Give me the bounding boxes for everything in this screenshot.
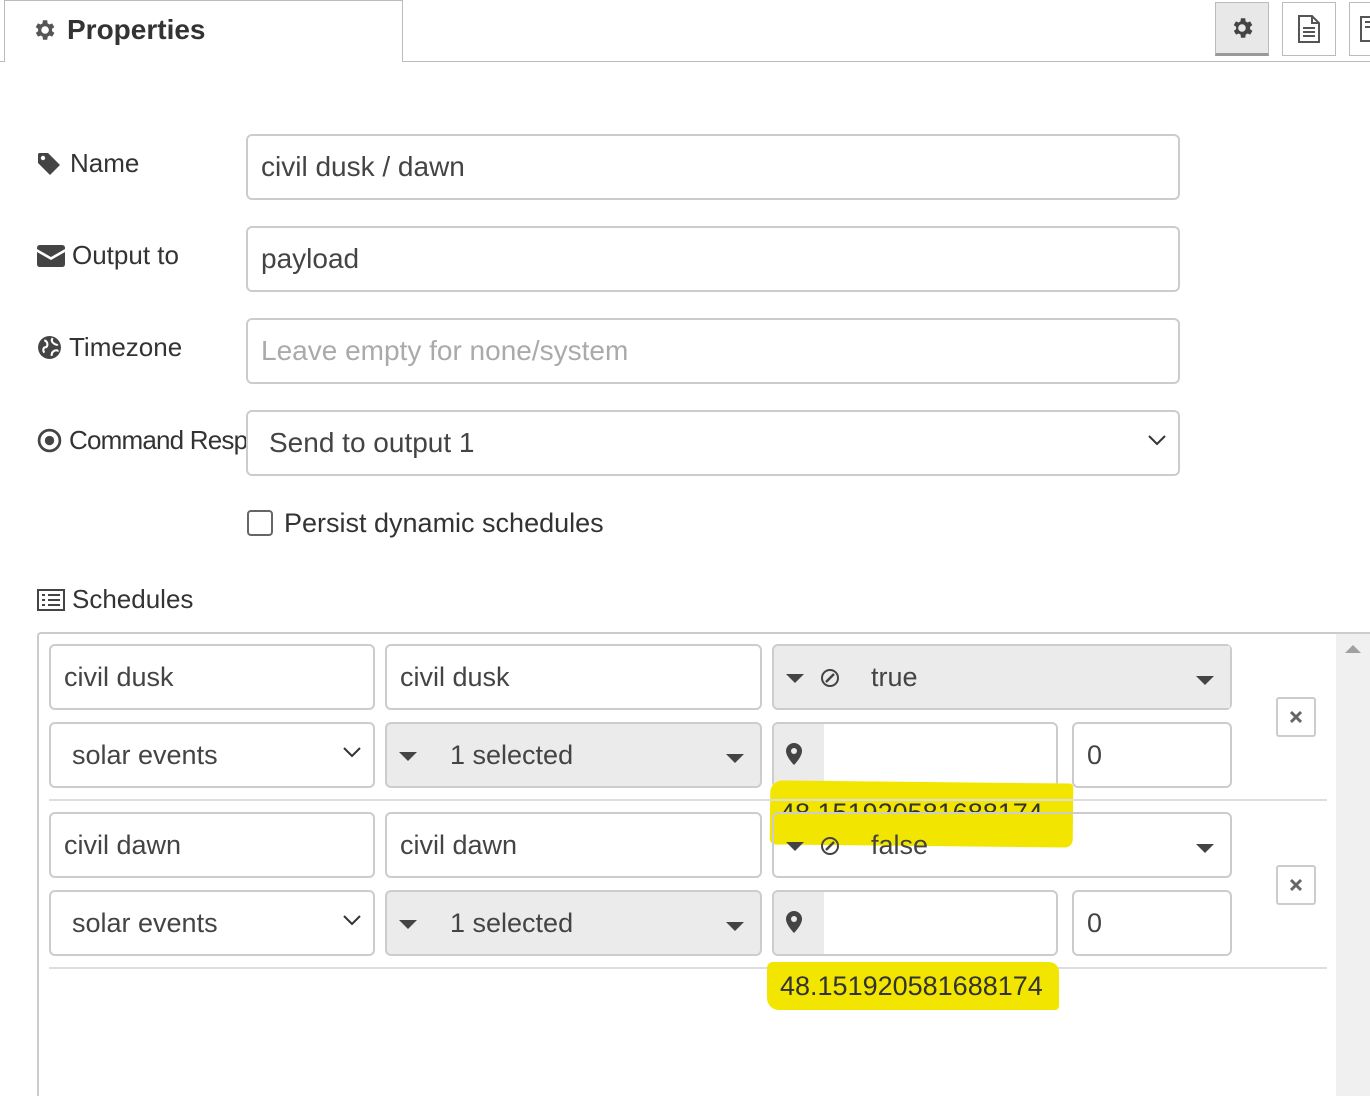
description-tab-button[interactable] bbox=[1282, 2, 1336, 56]
name-label: Name bbox=[37, 148, 139, 179]
globe-icon bbox=[38, 336, 61, 359]
schedule-payload-typed-input[interactable]: true bbox=[772, 644, 1232, 710]
command-resp-value: Send to output 1 bbox=[269, 427, 475, 458]
schedule-location-input[interactable] bbox=[772, 890, 1058, 956]
tab-properties[interactable]: Properties bbox=[4, 0, 403, 62]
schedule-payload-value: true bbox=[852, 646, 1230, 708]
caret-down-icon bbox=[726, 754, 744, 763]
delete-schedule-button[interactable] bbox=[1276, 865, 1316, 905]
schedule-topic-input[interactable]: civil dusk bbox=[385, 644, 762, 710]
boolean-type-icon bbox=[821, 669, 839, 687]
caret-down-icon bbox=[399, 752, 417, 761]
schedules-label: Schedules bbox=[37, 584, 193, 615]
close-icon bbox=[1289, 710, 1303, 724]
scroll-up-arrow-icon[interactable] bbox=[1345, 645, 1361, 653]
caret-down-icon bbox=[726, 922, 744, 931]
chevron-down-icon bbox=[343, 915, 361, 926]
persist-label: Persist dynamic schedules bbox=[284, 508, 604, 538]
tab-bar: Properties bbox=[0, 0, 1370, 62]
gear-icon bbox=[35, 20, 55, 40]
caret-down-icon bbox=[399, 920, 417, 929]
appearance-icon bbox=[1359, 16, 1370, 42]
schedule-type-value: solar events bbox=[72, 908, 218, 938]
envelope-icon bbox=[37, 244, 65, 267]
chevron-down-icon bbox=[1148, 435, 1166, 446]
output-input[interactable]: payload bbox=[246, 226, 1180, 292]
schedule-payload-value: false bbox=[871, 830, 929, 860]
caret-down-icon bbox=[786, 674, 804, 683]
coordinate-text: 48.151920581688174 bbox=[780, 971, 1043, 1001]
schedule-type-value: solar events bbox=[72, 740, 218, 770]
schedule-topic-input[interactable]: civil dawn bbox=[385, 812, 762, 878]
scrollbar[interactable] bbox=[1336, 634, 1370, 1096]
boolean-type-icon bbox=[821, 837, 839, 855]
list-icon bbox=[37, 588, 65, 611]
map-marker-icon bbox=[786, 911, 802, 933]
schedule-name-input[interactable]: civil dawn bbox=[49, 812, 375, 878]
schedule-type-select[interactable]: solar events bbox=[49, 890, 375, 956]
caret-down-icon bbox=[786, 842, 804, 851]
schedule-offset-input[interactable]: 0 bbox=[1072, 890, 1232, 956]
appearance-tab-button[interactable] bbox=[1349, 2, 1370, 56]
schedule-name-input[interactable]: civil dusk bbox=[49, 644, 375, 710]
dot-circle-icon bbox=[37, 428, 62, 453]
schedule-type-select[interactable]: solar events bbox=[49, 722, 375, 788]
schedule-payload-typed-input[interactable]: false bbox=[772, 812, 1232, 878]
caret-down-icon bbox=[1196, 676, 1214, 685]
name-input[interactable]: civil dusk / dawn bbox=[246, 134, 1180, 200]
timezone-label: Timezone bbox=[37, 332, 182, 363]
delete-schedule-button[interactable] bbox=[1276, 697, 1316, 737]
settings-tab-button[interactable] bbox=[1215, 2, 1269, 56]
command-resp-select[interactable]: Send to output 1 bbox=[246, 410, 1180, 476]
map-marker-icon bbox=[786, 743, 802, 765]
gear-icon bbox=[1233, 18, 1253, 38]
schedule-events-multiselect[interactable]: 1 selected bbox=[385, 890, 762, 956]
caret-down-icon bbox=[1196, 844, 1214, 853]
document-icon bbox=[1298, 15, 1320, 43]
persist-checkbox[interactable] bbox=[247, 510, 273, 536]
schedule-offset-input[interactable]: 0 bbox=[1072, 722, 1232, 788]
schedule-events-value: 1 selected bbox=[450, 740, 574, 770]
schedule-location-input[interactable] bbox=[772, 722, 1058, 788]
schedule-row-divider bbox=[49, 967, 1327, 969]
schedule-events-multiselect[interactable]: 1 selected bbox=[385, 722, 762, 788]
chevron-down-icon bbox=[343, 747, 361, 758]
tab-title: Properties bbox=[67, 14, 206, 45]
schedule-events-value: 1 selected bbox=[450, 908, 574, 938]
output-label: Output to bbox=[37, 240, 179, 271]
schedule-row-divider bbox=[49, 799, 1327, 801]
close-icon bbox=[1289, 878, 1303, 892]
timezone-input[interactable]: Leave empty for none/system bbox=[246, 318, 1180, 384]
tag-icon bbox=[38, 152, 60, 175]
command-resp-label: Command Resp bbox=[37, 425, 248, 456]
